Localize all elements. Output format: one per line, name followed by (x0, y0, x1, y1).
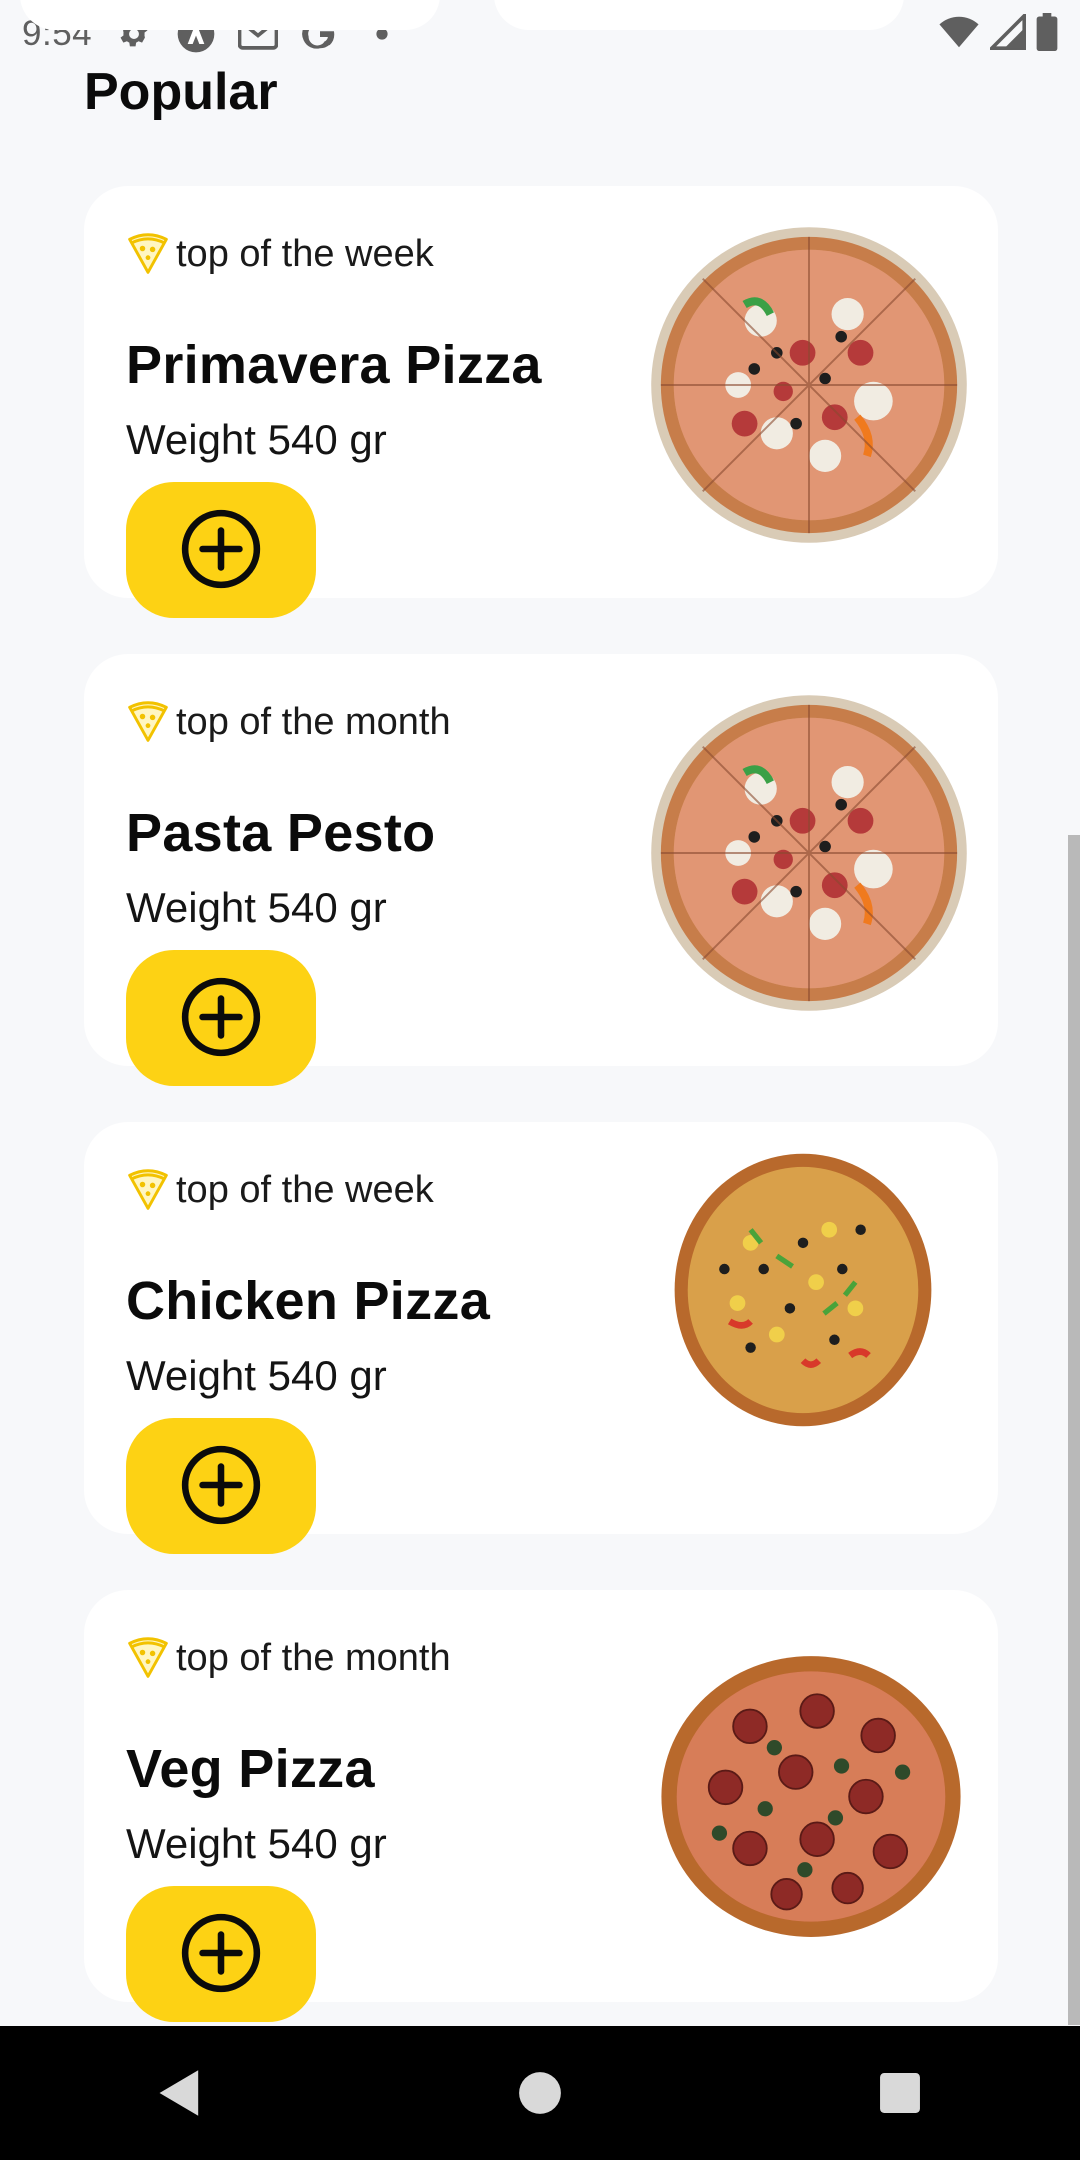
popular-card[interactable]: top of the week Chicken Pizza Weight 540… (84, 1122, 998, 1554)
pizza-slice-icon (126, 1168, 170, 1212)
plus-circle-icon (180, 1912, 262, 1997)
popular-list: top of the week Primavera Pizza Weight 5… (84, 186, 998, 2058)
previous-item-peek-right (494, 0, 904, 30)
card-title: Chicken Pizza (126, 1271, 491, 1331)
card-weight: Weight 540 gr (126, 1820, 387, 1867)
wifi-icon (938, 15, 980, 54)
card-tag: top of the week (126, 232, 434, 276)
add-to-cart-button[interactable] (126, 1886, 316, 2022)
add-to-cart-button[interactable] (126, 482, 316, 618)
popular-card[interactable]: top of the month Veg Pizza Weight 540 gr (84, 1590, 998, 2022)
recents-icon[interactable] (860, 2053, 940, 2133)
card-weight: Weight 540 gr (126, 416, 387, 463)
add-to-cart-button[interactable] (126, 950, 316, 1086)
pizza-image (648, 692, 970, 1014)
card-title: Primavera Pizza (126, 335, 542, 395)
card-title: Veg Pizza (126, 1739, 375, 1799)
pizza-slice-icon (126, 700, 170, 744)
pizza-image (648, 224, 970, 546)
card-weight: Weight 540 gr (126, 884, 387, 931)
card-tag-label: top of the week (176, 232, 434, 275)
card-tag-label: top of the month (176, 700, 451, 743)
battery-icon (1036, 12, 1058, 56)
plus-circle-icon (180, 976, 262, 1061)
card-title: Pasta Pesto (126, 803, 436, 863)
previous-item-peek-left (20, 0, 440, 30)
scrollbar[interactable] (1068, 835, 1080, 2025)
card-weight: Weight 540 gr (126, 1352, 387, 1399)
pizza-image (672, 1150, 934, 1430)
plus-circle-icon (180, 1444, 262, 1529)
navigation-bar (0, 2026, 1080, 2160)
pizza-slice-icon (126, 232, 170, 276)
popular-card[interactable]: top of the week Primavera Pizza Weight 5… (84, 186, 998, 618)
status-right (938, 10, 1058, 56)
pizza-image (658, 1650, 964, 1940)
signal-icon (987, 10, 1026, 55)
card-tag: top of the month (126, 1636, 451, 1680)
card-tag: top of the week (126, 1168, 434, 1212)
back-icon[interactable] (140, 2053, 220, 2133)
pizza-slice-icon (126, 1636, 170, 1680)
add-to-cart-button[interactable] (126, 1418, 316, 1554)
popular-card[interactable]: top of the month Pasta Pesto Weight 540 … (84, 654, 998, 1086)
card-tag-label: top of the month (176, 1636, 451, 1679)
card-tag: top of the month (126, 700, 451, 744)
plus-circle-icon (180, 508, 262, 593)
home-icon[interactable] (500, 2053, 580, 2133)
section-title: Popular (84, 63, 278, 121)
card-tag-label: top of the week (176, 1168, 434, 1211)
